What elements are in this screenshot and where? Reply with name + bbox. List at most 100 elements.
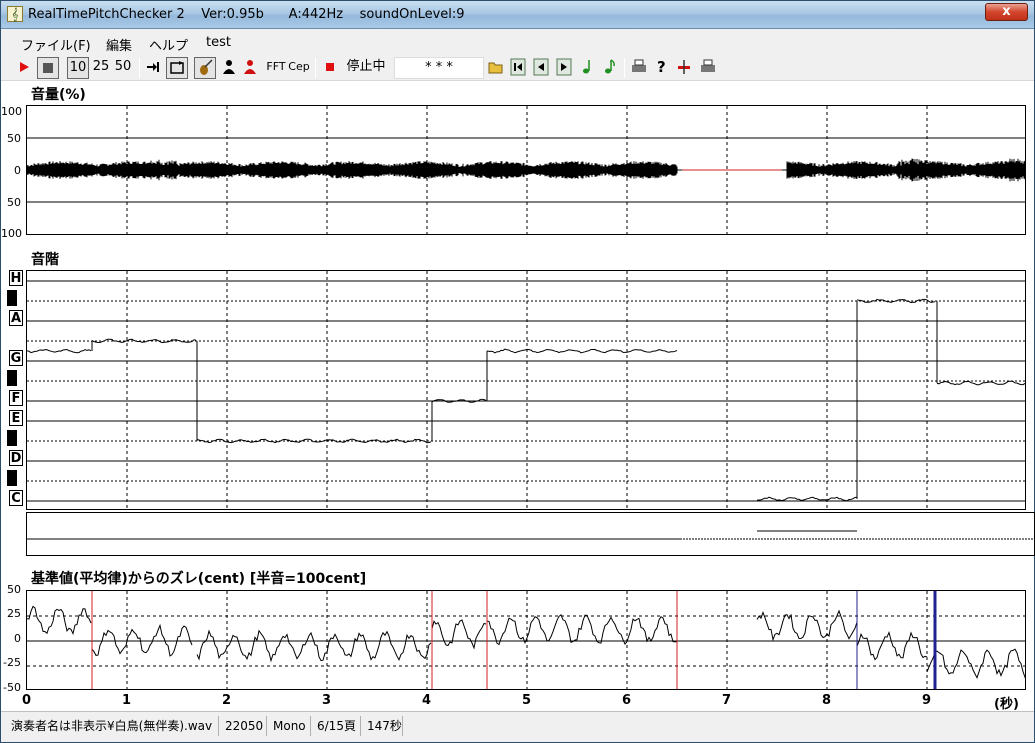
cep-button[interactable]: Cep <box>288 57 310 79</box>
music-note-icon-2 <box>605 59 615 74</box>
note-label-f: F <box>9 390 23 406</box>
deviation-trace <box>196 629 432 663</box>
question-icon: ? <box>657 58 666 76</box>
note-label-a: A <box>9 310 23 326</box>
pitch-segment <box>936 380 1025 386</box>
record-button[interactable] <box>321 57 339 79</box>
note-green-button[interactable] <box>579 57 597 79</box>
stop-button[interactable] <box>37 57 59 79</box>
open-button[interactable] <box>487 57 505 79</box>
singer-button[interactable] <box>220 57 238 79</box>
marker-button[interactable] <box>675 57 693 79</box>
pitch-segment <box>486 348 678 354</box>
fft-button[interactable]: FFT <box>265 57 287 79</box>
prev-icon <box>533 58 549 76</box>
prev-page-button[interactable] <box>532 57 550 79</box>
violin-button[interactable] <box>194 57 216 79</box>
menu-test[interactable]: test <box>206 35 231 50</box>
note-sharp-key <box>7 430 17 446</box>
graph-area: 音量(%) 100 50 0 50 100 音階 HAGFEDC 基準値(平均律… <box>1 81 1035 712</box>
scale-plot[interactable] <box>26 270 1026 510</box>
first-icon <box>510 58 526 76</box>
record-icon <box>326 63 334 71</box>
singer-red-button[interactable] <box>241 57 259 79</box>
note-display: * * * <box>394 57 484 79</box>
treble-clef-icon: 𝄞 <box>7 6 23 22</box>
print-button[interactable] <box>630 57 648 79</box>
violin-icon <box>200 59 213 75</box>
note-label-g: G <box>9 350 23 366</box>
person-red-icon <box>244 60 256 74</box>
deviation-trace <box>756 609 858 642</box>
volume-ylabel-50-bottom: 50 <box>7 196 21 209</box>
status-channels: Mono <box>269 716 311 736</box>
time-tick-label: 2 <box>222 693 232 708</box>
note-band-plot <box>26 512 1035 556</box>
scale-title: 音階 <box>31 252 59 268</box>
next-icon <box>556 58 572 76</box>
dev-ylabel-minus25: -25 <box>3 656 21 669</box>
title-bar[interactable]: 𝄞 RealTimePitchChecker 2 Ver:0.95b A:442… <box>1 1 1034 29</box>
zoom-50-button[interactable]: 50 <box>113 57 133 79</box>
printer-icon-2 <box>701 59 715 72</box>
close-button[interactable]: x <box>985 3 1028 21</box>
loop-button[interactable] <box>166 57 188 79</box>
dev-ylabel-0: 0 <box>14 632 21 645</box>
first-page-button[interactable] <box>509 57 527 79</box>
marker-icon <box>678 60 690 74</box>
volume-plot[interactable] <box>26 105 1026 235</box>
deviation-trace <box>856 630 928 661</box>
zoom-25-button[interactable]: 25 <box>91 57 111 79</box>
note-label-e: E <box>9 410 23 426</box>
status-duration: 147秒 <box>363 716 403 736</box>
stop-icon <box>43 63 53 73</box>
dev-ylabel-50: 50 <box>7 583 21 596</box>
dev-ylabel-minus50: -50 <box>3 681 21 694</box>
pitch-segment <box>756 496 858 502</box>
note-green-2-button[interactable] <box>601 57 619 79</box>
time-axis-unit: (秒) <box>994 697 1019 712</box>
loop-icon <box>170 61 184 74</box>
deviation-plot[interactable] <box>26 590 1026 690</box>
menu-bar: ファイル(F) 編集 ヘルプ test <box>1 29 1034 55</box>
volume-ylabel-50-top: 50 <box>7 132 21 145</box>
time-tick-label: 9 <box>922 693 932 708</box>
zoom-10-button[interactable]: 10 <box>67 57 89 79</box>
time-tick-label: 0 <box>22 693 32 708</box>
printer-icon <box>632 59 646 72</box>
time-tick-label: 1 <box>122 693 132 708</box>
play-icon <box>20 62 29 72</box>
toolbar: 10 25 50 FFT Cep 停止中 * * * ? <box>1 55 1034 81</box>
window-title: RealTimePitchChecker 2 Ver:0.95b A:442Hz… <box>28 7 465 22</box>
deviation-trace <box>486 613 677 646</box>
note-label-d: D <box>9 450 23 466</box>
time-tick-label: 7 <box>722 693 732 708</box>
svg-text:?: ? <box>657 58 666 76</box>
note-sharp-key <box>7 370 17 386</box>
skip-to-end-button[interactable] <box>144 57 162 79</box>
note-sharp-key <box>7 290 17 306</box>
skip-end-icon <box>147 62 159 72</box>
print-2-button[interactable] <box>699 57 717 79</box>
time-tick-label: 4 <box>422 693 432 708</box>
time-tick-label: 5 <box>522 693 532 708</box>
deviation-trace <box>431 619 487 650</box>
dev-ylabel-25: 25 <box>7 607 21 620</box>
deviation-title: 基準値(平均律)からのズレ(cent) [半音=100cent] <box>31 571 367 587</box>
note-label-h: H <box>9 270 23 286</box>
menu-edit[interactable]: 編集 <box>106 35 132 54</box>
deviation-trace <box>27 605 92 636</box>
volume-ylabel-100-top: 100 <box>1 105 22 118</box>
status-bar: 演奏者名は非表示¥白鳥(無伴奏).wav 22050 Mono 6/15頁 14… <box>1 711 1034 742</box>
play-button[interactable] <box>15 57 33 79</box>
deviation-trace <box>926 648 1025 679</box>
help-button[interactable]: ? <box>653 57 671 79</box>
status-filename: 演奏者名は非表示¥白鳥(無伴奏).wav <box>7 716 219 736</box>
menu-file[interactable]: ファイル(F) <box>21 35 91 54</box>
music-note-icon <box>583 60 590 74</box>
time-tick-label: 8 <box>822 693 832 708</box>
next-page-button[interactable] <box>555 57 573 79</box>
time-tick-label: 3 <box>322 693 332 708</box>
pitch-segment <box>27 348 92 354</box>
menu-help[interactable]: ヘルプ <box>149 35 188 54</box>
